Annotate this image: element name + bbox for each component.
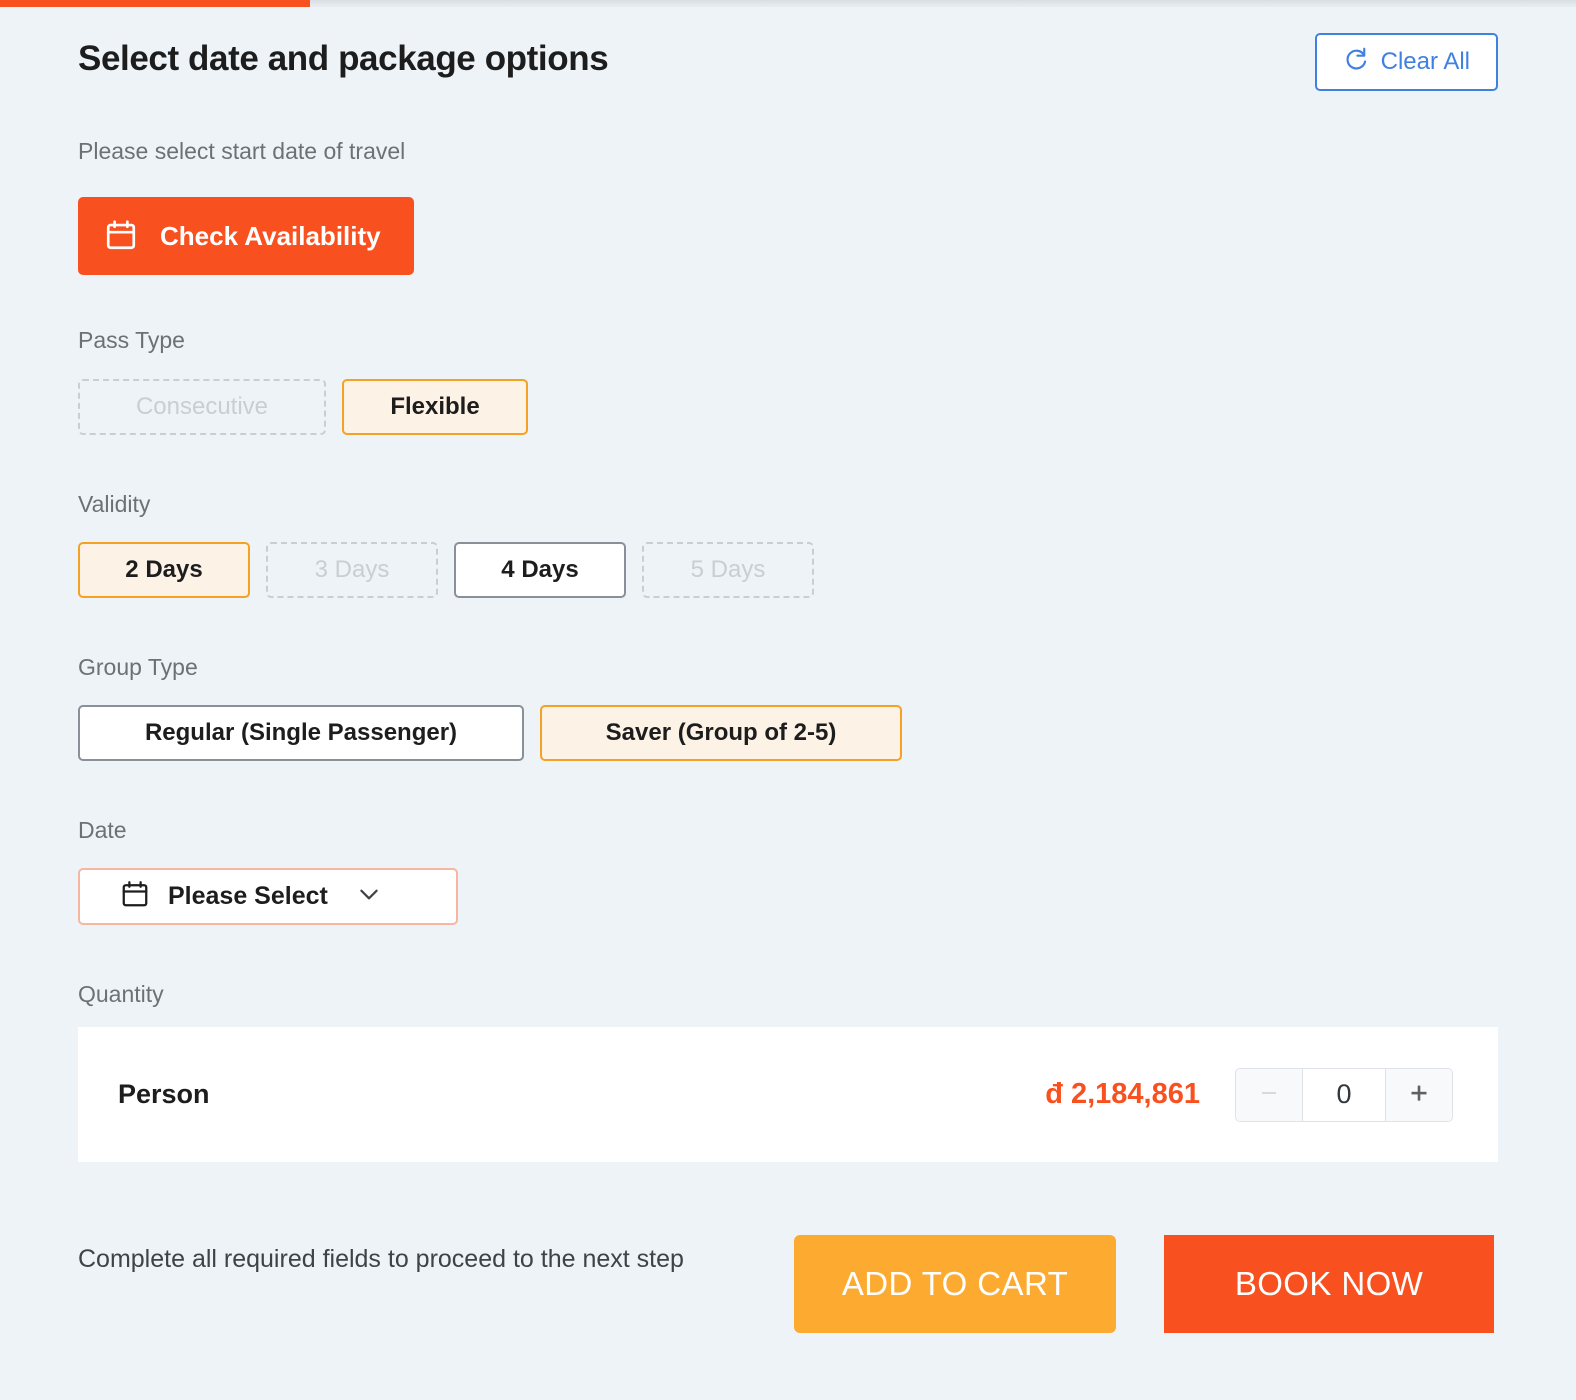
group-type-option-saver[interactable]: Saver (Group of 2-5) — [540, 705, 902, 761]
refresh-icon — [1343, 47, 1369, 78]
validity-option-2-days[interactable]: 2 Days — [78, 542, 250, 598]
pass-type-label: Pass Type — [78, 327, 185, 354]
travel-date-hint: Please select start date of travel — [78, 138, 405, 165]
book-now-button[interactable]: BOOK NOW — [1164, 1235, 1494, 1333]
date-select-value: Please Select — [168, 882, 328, 911]
progress-bar-track — [0, 0, 1576, 7]
page-title: Select date and package options — [78, 39, 608, 79]
validity-option-5-days: 5 Days — [642, 542, 814, 598]
quantity-row-name: Person — [118, 1079, 210, 1110]
quantity-value[interactable]: 0 — [1302, 1069, 1386, 1121]
group-type-option-regular[interactable]: Regular (Single Passenger) — [78, 705, 524, 761]
validity-label: Validity — [78, 491, 150, 518]
quantity-decrement-button[interactable] — [1236, 1069, 1302, 1121]
check-availability-button[interactable]: Check Availability — [78, 197, 414, 275]
validity-option-3-days: 3 Days — [266, 542, 438, 598]
quantity-row: Person đ 2,184,861 0 — [78, 1027, 1498, 1162]
quantity-stepper: 0 — [1235, 1068, 1453, 1122]
quantity-increment-button[interactable] — [1386, 1069, 1452, 1121]
group-type-options: Regular (Single Passenger) Saver (Group … — [78, 705, 902, 761]
check-availability-label: Check Availability — [160, 221, 381, 252]
validity-option-4-days[interactable]: 4 Days — [454, 542, 626, 598]
quantity-card: Person đ 2,184,861 0 — [78, 1027, 1498, 1162]
group-type-label: Group Type — [78, 654, 198, 681]
required-fields-note: Complete all required fields to proceed … — [78, 1242, 738, 1278]
date-label: Date — [78, 817, 127, 844]
pass-type-options: Consecutive Flexible — [78, 379, 528, 435]
clear-all-button[interactable]: Clear All — [1315, 33, 1498, 91]
plus-icon — [1407, 1081, 1431, 1108]
quantity-row-price: đ 2,184,861 — [1045, 1078, 1200, 1111]
pass-type-option-flexible[interactable]: Flexible — [342, 379, 528, 435]
panel-header: Select date and package options Clear Al… — [78, 33, 1498, 97]
date-select-dropdown[interactable]: Please Select — [78, 868, 458, 925]
minus-icon — [1257, 1081, 1281, 1108]
pass-type-option-consecutive: Consecutive — [78, 379, 326, 435]
booking-options-panel: Select date and package options Clear Al… — [0, 7, 1576, 1400]
clear-all-label: Clear All — [1381, 48, 1470, 76]
add-to-cart-button[interactable]: ADD TO CART — [794, 1235, 1116, 1333]
chevron-down-icon — [356, 881, 382, 912]
validity-options: 2 Days 3 Days 4 Days 5 Days — [78, 542, 814, 598]
calendar-icon — [104, 218, 138, 255]
quantity-label: Quantity — [78, 981, 164, 1008]
progress-bar-fill — [0, 0, 310, 7]
calendar-icon — [120, 879, 150, 914]
